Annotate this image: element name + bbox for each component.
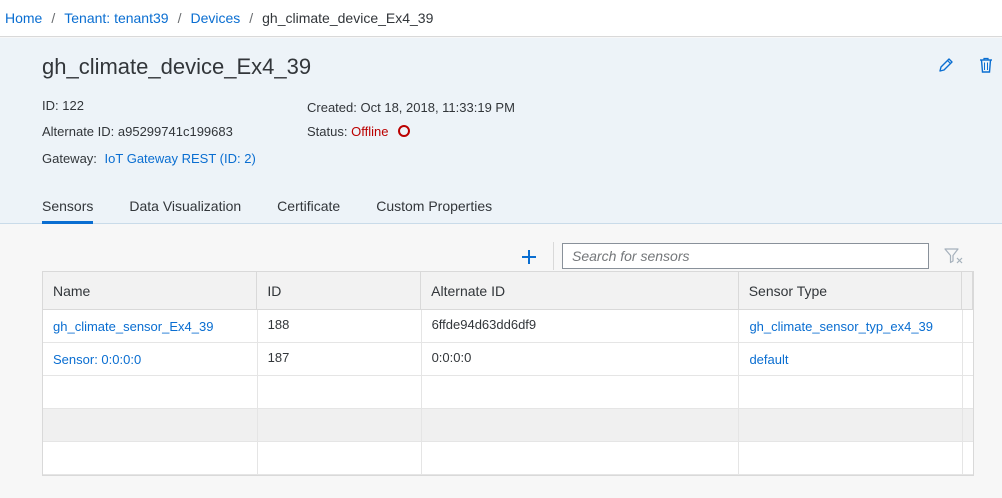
status-value: Offline bbox=[351, 124, 389, 139]
empty-cell bbox=[422, 409, 740, 441]
breadcrumb: Home / Tenant: tenant39 / Devices / gh_c… bbox=[0, 0, 1002, 37]
sensors-table: Name ID Alternate ID Sensor Type gh_clim… bbox=[42, 271, 974, 476]
gateway-label: Gateway: bbox=[42, 151, 97, 166]
empty-cell bbox=[43, 409, 258, 441]
tab-custom-properties[interactable]: Custom Properties bbox=[376, 198, 492, 223]
tab-data-visualization[interactable]: Data Visualization bbox=[129, 198, 241, 223]
attr-id: ID: 122 bbox=[42, 98, 84, 113]
row-filler bbox=[963, 343, 973, 375]
empty-cell bbox=[963, 409, 973, 441]
sensor-alternate-id: 6ffde94d63dd6df9 bbox=[422, 310, 740, 342]
tab-bar: Sensors Data Visualization Certificate C… bbox=[42, 198, 528, 224]
column-header-id[interactable]: ID bbox=[257, 272, 422, 309]
empty-table-row bbox=[43, 409, 973, 442]
offline-status-icon bbox=[398, 125, 411, 137]
attr-alternate-id: Alternate ID: a95299741c199683 bbox=[42, 124, 233, 139]
status-label: Status: bbox=[307, 124, 348, 139]
breadcrumb-devices-link[interactable]: Devices bbox=[190, 10, 240, 26]
table-row[interactable]: Sensor: 0:0:0:0 187 0:0:0:0 default bbox=[43, 343, 973, 376]
empty-cell bbox=[739, 409, 963, 441]
empty-cell bbox=[963, 442, 973, 474]
sensor-name-link[interactable]: gh_climate_sensor_Ex4_39 bbox=[43, 310, 258, 342]
empty-cell bbox=[258, 409, 422, 441]
delete-icon[interactable] bbox=[977, 56, 995, 74]
attr-created: Created: Oct 18, 2018, 11:33:19 PM bbox=[307, 100, 515, 115]
column-header-name[interactable]: Name bbox=[43, 272, 258, 309]
empty-cell bbox=[739, 376, 963, 408]
page-title: gh_climate_device_Ex4_39 bbox=[42, 54, 312, 79]
empty-cell bbox=[963, 376, 973, 408]
sensor-type-link[interactable]: default bbox=[739, 343, 963, 375]
toolbar-separator bbox=[553, 242, 554, 270]
column-header-sensor-type[interactable]: Sensor Type bbox=[739, 272, 962, 309]
id-value: 122 bbox=[62, 98, 84, 113]
sensor-id: 187 bbox=[258, 343, 422, 375]
breadcrumb-tenant-link[interactable]: Tenant: tenant39 bbox=[64, 10, 168, 26]
table-header-row: Name ID Alternate ID Sensor Type bbox=[43, 272, 973, 310]
empty-cell bbox=[422, 376, 740, 408]
id-label: ID: bbox=[42, 98, 59, 113]
plus-icon[interactable] bbox=[518, 246, 540, 268]
column-header-alternate-id[interactable]: Alternate ID bbox=[421, 272, 739, 309]
column-header-filler bbox=[962, 272, 973, 309]
sensor-alternate-id: 0:0:0:0 bbox=[422, 343, 740, 375]
empty-cell bbox=[739, 442, 963, 474]
clear-filter-icon[interactable] bbox=[943, 246, 965, 266]
empty-table-row bbox=[43, 376, 973, 409]
attr-gateway: Gateway: IoT Gateway REST (ID: 2) bbox=[42, 151, 256, 166]
breadcrumb-home-link[interactable]: Home bbox=[5, 10, 42, 26]
empty-cell bbox=[422, 442, 740, 474]
empty-cell bbox=[258, 442, 422, 474]
sensor-name-link[interactable]: Sensor: 0:0:0:0 bbox=[43, 343, 258, 375]
search-input[interactable] bbox=[562, 243, 929, 269]
alternate-id-label: Alternate ID: bbox=[42, 124, 115, 139]
tab-sensors[interactable]: Sensors bbox=[42, 198, 94, 224]
empty-table-row bbox=[43, 442, 973, 475]
row-filler bbox=[963, 310, 973, 342]
created-label: Created: bbox=[307, 100, 357, 115]
breadcrumb-separator: / bbox=[51, 10, 56, 26]
edit-icon[interactable] bbox=[937, 56, 955, 74]
device-header: gh_climate_device_Ex4_39 ID: 122 Alterna… bbox=[0, 38, 1002, 224]
attr-status: Status: Offline bbox=[307, 124, 411, 139]
breadcrumb-current: gh_climate_device_Ex4_39 bbox=[262, 10, 434, 26]
sensor-type-link[interactable]: gh_climate_sensor_typ_ex4_39 bbox=[739, 310, 963, 342]
alternate-id-value: a95299741c199683 bbox=[117, 124, 233, 139]
created-value: Oct 18, 2018, 11:33:19 PM bbox=[360, 100, 515, 115]
empty-cell bbox=[43, 376, 258, 408]
empty-cell bbox=[258, 376, 422, 408]
tab-certificate[interactable]: Certificate bbox=[277, 198, 340, 223]
breadcrumb-separator: / bbox=[249, 10, 254, 26]
breadcrumb-separator: / bbox=[177, 10, 182, 26]
sensor-id: 188 bbox=[258, 310, 422, 342]
gateway-link[interactable]: IoT Gateway REST (ID: 2) bbox=[105, 151, 256, 166]
table-row[interactable]: gh_climate_sensor_Ex4_39 188 6ffde94d63d… bbox=[43, 310, 973, 343]
empty-cell bbox=[43, 442, 258, 474]
